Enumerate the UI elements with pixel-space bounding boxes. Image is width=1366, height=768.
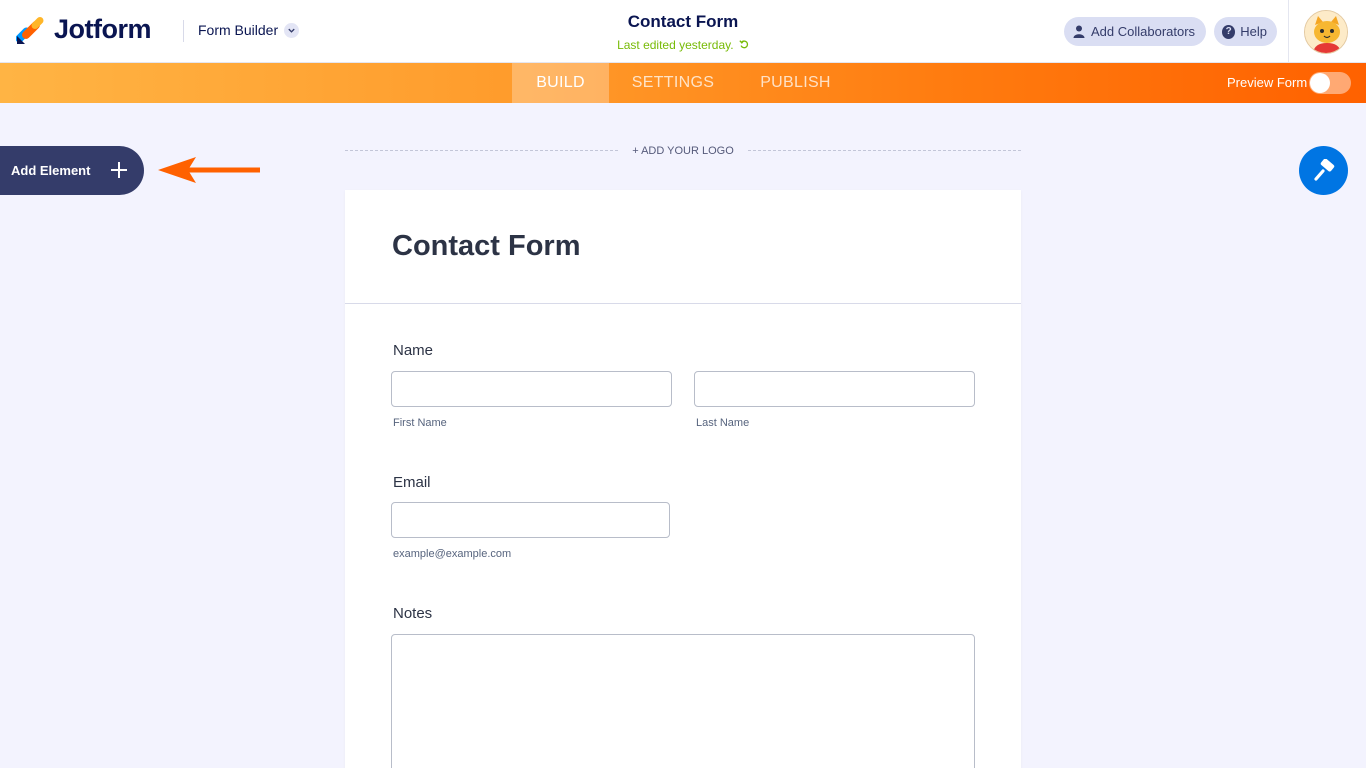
notes-textarea[interactable] (391, 634, 975, 768)
form-builder-label: Form Builder (198, 22, 279, 38)
help-icon: ? (1222, 24, 1236, 39)
form-header-section[interactable]: Contact Form (345, 190, 1021, 304)
help-button[interactable]: ? Help (1214, 17, 1277, 46)
jotform-logo-icon (16, 16, 44, 44)
name-label: Name (393, 342, 434, 359)
user-icon (1072, 25, 1086, 39)
plus-icon (111, 162, 127, 178)
builder-tabs-bar: BUILD SETTINGS PUBLISH Preview Form (0, 63, 1366, 103)
logo-dashed-line-right (748, 150, 1021, 151)
undo-icon (739, 38, 749, 52)
toggle-knob (1310, 73, 1330, 93)
header-right-divider (1288, 0, 1289, 63)
chevron-down-icon (284, 22, 300, 38)
add-element-label: Add Element (11, 163, 91, 178)
help-label: Help (1240, 24, 1267, 39)
avatar-cat-icon (1305, 11, 1347, 53)
form-designer-button[interactable] (1299, 146, 1348, 195)
arrow-left-icon (158, 157, 260, 183)
tab-settings[interactable]: SETTINGS (618, 63, 728, 103)
add-collaborators-button[interactable]: Add Collaborators (1064, 17, 1206, 46)
preview-form-label: Preview Form (1227, 75, 1308, 90)
header-divider (183, 20, 184, 42)
add-element-button[interactable]: Add Element (0, 146, 144, 195)
tab-build[interactable]: BUILD (512, 63, 609, 103)
add-your-logo-link[interactable]: + ADD YOUR LOGO (618, 145, 748, 157)
logo-dashed-line-left (345, 150, 618, 151)
email-sublabel: example@example.com (393, 548, 512, 560)
form-card: Contact Form Name First Name Last Name E… (345, 190, 1021, 768)
last-name-sublabel: Last Name (696, 417, 750, 429)
add-collaborators-label: Add Collaborators (1091, 24, 1196, 39)
brand-name: Jotform (54, 14, 152, 44)
first-name-input[interactable] (391, 371, 672, 407)
paint-roller-icon (1313, 158, 1334, 181)
user-avatar[interactable] (1304, 10, 1348, 54)
last-edited-text: Last edited yesterday. (617, 38, 734, 52)
form-heading: Contact Form (392, 230, 581, 262)
email-input[interactable] (391, 502, 670, 538)
last-name-input[interactable] (694, 371, 975, 407)
preview-form-toggle[interactable] (1309, 72, 1351, 94)
email-label: Email (393, 474, 431, 491)
notes-label: Notes (393, 605, 433, 622)
first-name-sublabel: First Name (393, 417, 447, 429)
tab-publish[interactable]: PUBLISH (744, 63, 847, 103)
jotform-logo[interactable]: Jotform (16, 14, 152, 45)
form-builder-menu[interactable]: Form Builder (198, 22, 300, 38)
top-header: Jotform Form Builder Contact Form Last e… (0, 0, 1366, 63)
